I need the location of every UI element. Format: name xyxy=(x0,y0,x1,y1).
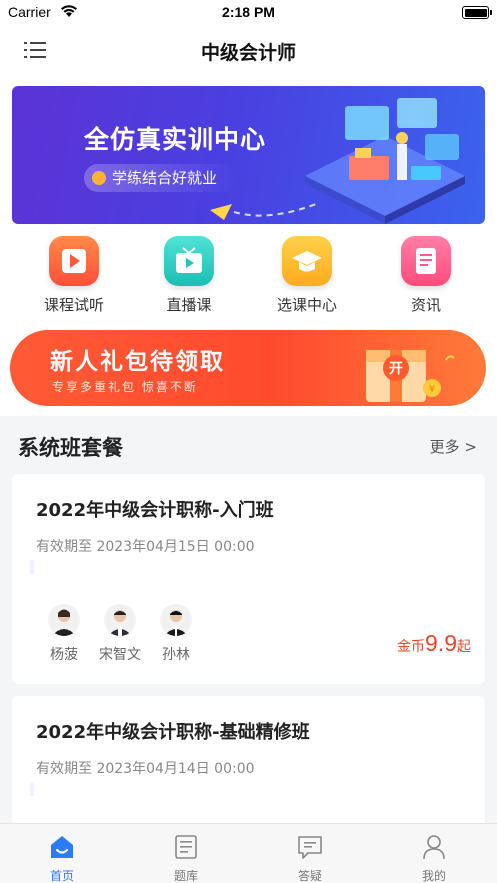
page-title: 中级会计师 xyxy=(200,42,296,64)
teacher: 杨菠 xyxy=(36,604,92,664)
chat-icon xyxy=(298,836,322,859)
avatar xyxy=(48,604,80,636)
teacher-name: 宋智文 xyxy=(99,647,141,663)
question-bank-icon xyxy=(175,835,197,859)
course-title: 2022年中级会计职称-入门班 xyxy=(36,500,274,521)
course-title: 2022年中级会计职称-基础精修班 xyxy=(36,722,310,743)
course-price: 金币9.9起 xyxy=(397,630,471,657)
course-progress-bar xyxy=(30,560,34,574)
quick-menu-label: 资讯 xyxy=(410,296,441,314)
training-illustration xyxy=(305,98,465,224)
clock: 2:18 PM xyxy=(222,4,275,20)
quick-menu-course-trial[interactable]: 课程试听 xyxy=(24,236,124,315)
price-amount: 9.9 xyxy=(425,630,457,656)
quick-menu-course-center[interactable]: 选课中心 xyxy=(257,236,357,315)
price-suffix: 起 xyxy=(457,639,471,655)
course-card[interactable]: 2022年中级会计职称-入门班 有效期至 2023年04月15日 00:00 杨… xyxy=(12,474,485,684)
course-card[interactable]: 2022年中级会计职称-基础精修班 有效期至 2023年04月14日 00:00 xyxy=(12,696,485,823)
graduation-cap-icon xyxy=(282,236,332,286)
course-validity: 有效期至 2023年04月14日 00:00 xyxy=(36,761,255,777)
tab-label: 题库 xyxy=(173,869,198,883)
tab-question-bank[interactable]: 题库 xyxy=(124,824,248,883)
section-title: 系统班套餐 xyxy=(18,436,123,460)
svg-text:¥: ¥ xyxy=(429,384,435,395)
nav-bar: 中级会计师 xyxy=(0,26,497,76)
course-progress-bar xyxy=(30,782,34,796)
quick-menu-live-class[interactable]: 直播课 xyxy=(139,236,239,315)
tv-icon xyxy=(164,236,214,286)
price-unit: 金币 xyxy=(397,639,426,655)
section-header: 系统班套餐 更多 > xyxy=(0,416,497,472)
avatar xyxy=(104,604,136,636)
quick-menu-label: 直播课 xyxy=(166,296,212,314)
gift-open-text: 开 xyxy=(389,361,403,377)
play-icon xyxy=(49,236,99,286)
gift-box-icon: 开 ¥ xyxy=(366,350,455,402)
teacher: 宋智文 xyxy=(92,604,148,664)
quick-menu: 课程试听 直播课 选课中心 资讯 xyxy=(0,236,497,320)
tab-label: 我的 xyxy=(421,869,446,883)
scroll-icon xyxy=(401,236,451,286)
quick-menu-label: 课程试听 xyxy=(43,296,104,314)
training-center-banner[interactable]: 全仿真实训中心 学练结合好就业 xyxy=(12,86,485,224)
avatar xyxy=(160,604,192,636)
profile-icon xyxy=(423,835,445,860)
teacher-name: 杨菠 xyxy=(50,647,78,663)
tab-home[interactable]: 首页 xyxy=(0,824,124,883)
home-icon xyxy=(51,836,73,858)
promo-title: 新人礼包待领取 xyxy=(50,349,225,375)
teacher: 孙林 xyxy=(148,604,204,664)
battery-icon xyxy=(462,6,492,19)
status-bar: Carrier 2:18 PM xyxy=(0,0,497,26)
banner-subtitle: 学练结合好就业 xyxy=(84,164,238,192)
tab-bar: 首页 题库 答疑 我的 xyxy=(0,823,497,883)
new-user-gift-banner[interactable]: 新人礼包待领取 专享多重礼包 惊喜不断 开 ¥ xyxy=(10,330,486,406)
promo-subtitle: 专享多重礼包 惊喜不断 xyxy=(52,380,198,394)
course-validity: 有效期至 2023年04月15日 00:00 xyxy=(36,539,255,555)
home-scroll-content[interactable]: 全仿真实训中心 学练结合好就业 课程试听 直播课 选课中心 资讯 新人礼包待领取… xyxy=(0,76,497,823)
tab-profile[interactable]: 我的 xyxy=(372,824,496,883)
quick-menu-label: 选课中心 xyxy=(276,296,337,314)
teacher-name: 孙林 xyxy=(162,647,190,663)
more-link[interactable]: 更多 > xyxy=(430,436,477,457)
tab-label: 首页 xyxy=(49,869,74,883)
tab-qa[interactable]: 答疑 xyxy=(248,824,372,883)
quick-menu-news[interactable]: 资讯 xyxy=(376,236,476,315)
banner-headline: 全仿真实训中心 xyxy=(84,125,267,154)
tab-label: 答疑 xyxy=(297,869,322,883)
